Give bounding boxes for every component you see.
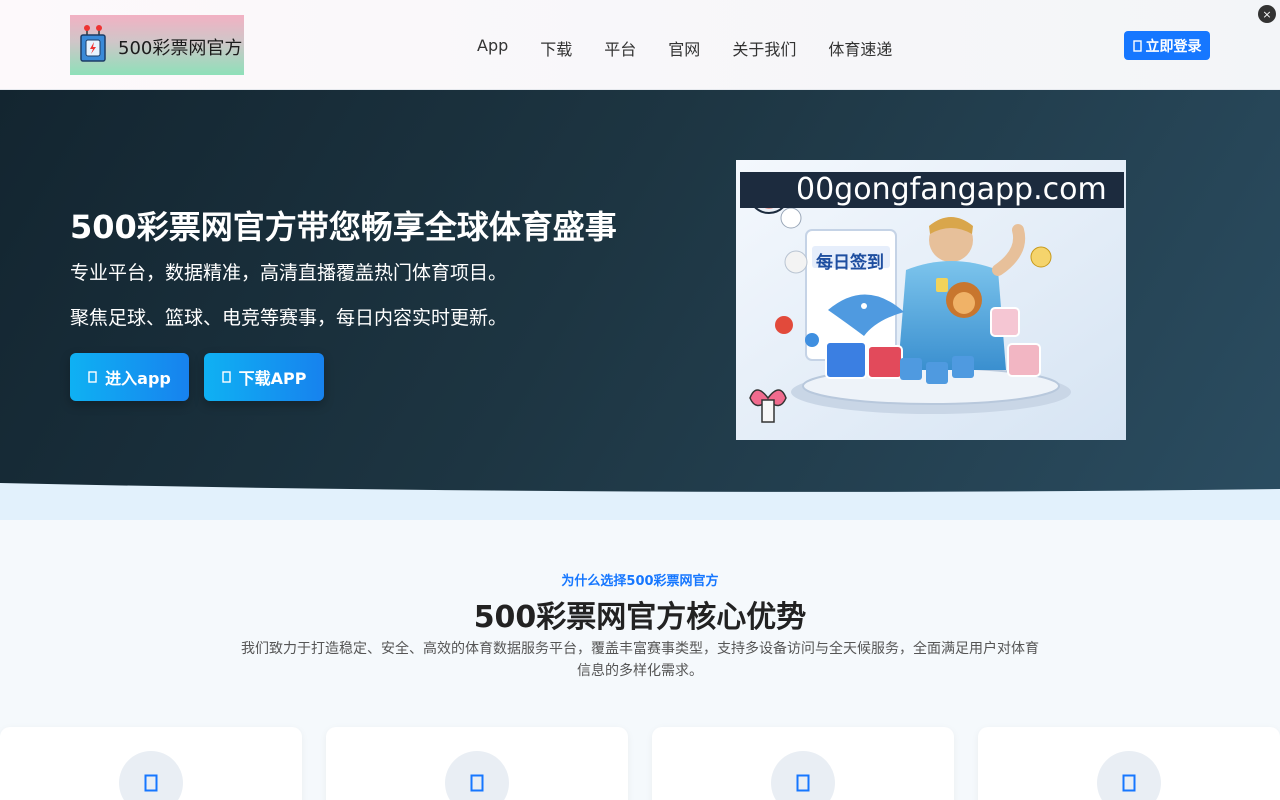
section-title: 500彩票网官方核心优势	[473, 600, 807, 635]
nav-item-platform[interactable]: 平台	[604, 36, 636, 60]
feature-card-1[interactable]	[0, 727, 302, 800]
hero-section: 500彩票网官方带您畅享全球体育盛事 专业平台，数据精准，高清直播覆盖热门体育项…	[0, 90, 1280, 520]
site-logo[interactable]: 500彩票网官方	[70, 15, 244, 75]
feature-icon	[445, 751, 509, 800]
login-icon	[1132, 39, 1142, 52]
feature-card-2[interactable]	[326, 727, 628, 800]
download-app-label: 下载APP	[238, 369, 307, 388]
enter-app-label: 进入app	[105, 369, 171, 388]
hero-wave-divider	[0, 483, 1280, 520]
feature-card-4[interactable]	[978, 727, 1280, 800]
close-button[interactable]: ×	[1258, 5, 1276, 23]
nav-item-about-us[interactable]: 关于我们	[732, 36, 796, 60]
close-icon: ×	[1262, 7, 1272, 21]
download-icon	[221, 371, 231, 383]
advantages-section: 为什么选择500彩票网官方 500彩票网官方核心优势 我们致力于打造稳定、安全、…	[0, 520, 1280, 800]
hero-subtitle-1: 专业平台，数据精准，高清直播覆盖热门体育项目。	[70, 262, 508, 284]
promo-image[interactable]: 00gongfangapp.com 每日签到	[736, 160, 1126, 440]
nav-item-official-site[interactable]: 官网	[668, 36, 700, 60]
robot-icon	[80, 25, 106, 62]
hero-title: 500彩票网官方带您畅享全球体育盛事	[70, 208, 617, 246]
app-icon	[88, 371, 97, 383]
enter-app-button[interactable]: 进入app	[70, 353, 189, 401]
promo-url: 00gongfangapp.com	[796, 172, 1107, 207]
nav-item-download[interactable]: 下载	[540, 36, 572, 60]
section-description: 我们致力于打造稳定、安全、高效的体育数据服务平台，覆盖丰富赛事类型，支持多设备访…	[241, 641, 1039, 679]
main-nav: App 下载 平台 官网 关于我们 体育速递	[477, 36, 924, 60]
feature-icon	[119, 751, 183, 800]
nav-item-app[interactable]: App	[477, 36, 508, 60]
login-label: 立即登录	[1145, 38, 1202, 55]
section-eyebrow: 为什么选择500彩票网官方	[561, 574, 719, 589]
feature-icon	[771, 751, 835, 800]
hero-subtitle-2: 聚焦足球、篮球、电竞等赛事，每日内容实时更新。	[70, 307, 508, 329]
download-app-button[interactable]: 下载APP	[204, 353, 324, 401]
promo-banner: 每日签到	[816, 253, 884, 273]
feature-card-3[interactable]	[652, 727, 954, 800]
logo-text: 500彩票网官方	[118, 38, 243, 59]
site-header: 500彩票网官方 App 下载 平台 官网 关于我们 体育速递 立即登录	[0, 0, 1280, 90]
login-button[interactable]: 立即登录	[1124, 31, 1210, 60]
feature-icon	[1097, 751, 1161, 800]
nav-item-sports-news[interactable]: 体育速递	[828, 36, 892, 60]
